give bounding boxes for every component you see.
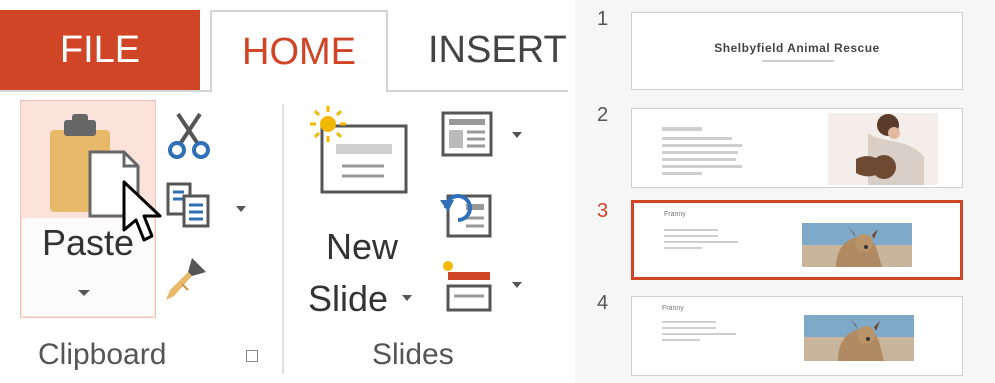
section-dropdown-icon[interactable] — [512, 282, 522, 288]
group-separator — [282, 104, 284, 374]
tab-insert[interactable]: INSERT — [410, 10, 570, 90]
dog-and-person-image — [828, 113, 938, 185]
dog-image — [804, 315, 914, 361]
dialog-launcher-icon[interactable] — [246, 350, 258, 362]
copy-icon[interactable] — [164, 180, 214, 230]
slide-thumbnails-pane: 1 Shelbyfield Animal Rescue 2 3 Franny 4… — [575, 0, 995, 383]
new-slide-label: New — [326, 226, 399, 267]
ribbon-tabs: FILE HOME INSERT — [0, 0, 568, 92]
reset-icon[interactable] — [440, 188, 496, 240]
dog-image — [802, 223, 912, 267]
slide-thumbnail-4[interactable]: Franny — [631, 296, 963, 376]
slide-number-active: 3 — [597, 200, 609, 222]
slide-thumbnail-1[interactable]: Shelbyfield Animal Rescue — [631, 12, 963, 90]
slide-title: Shelbyfield Animal Rescue — [714, 41, 880, 55]
slide-heading: Franny — [662, 305, 684, 312]
cut-icon[interactable] — [164, 110, 214, 160]
new-slide-icon[interactable] — [308, 104, 412, 200]
chevron-down-icon — [78, 290, 90, 296]
copy-dropdown-icon[interactable] — [236, 206, 246, 212]
tab-home[interactable]: HOME — [210, 10, 388, 92]
slide-thumbnail-3[interactable]: Franny — [631, 200, 963, 280]
slide-subtitle-line — [762, 60, 834, 62]
tab-file[interactable]: FILE — [0, 10, 200, 90]
slide-heading: Franny — [664, 211, 686, 218]
layout-dropdown-icon[interactable] — [512, 132, 522, 138]
new-slide-label-2: Slide — [308, 278, 389, 319]
section-icon[interactable] — [440, 258, 496, 314]
ribbon: FILE HOME INSERT Paste Clipboard New Sli… — [0, 0, 568, 383]
paste-label: Paste — [41, 222, 135, 263]
slide-number: 2 — [597, 104, 609, 126]
slide-number: 4 — [597, 292, 609, 314]
format-painter-icon[interactable] — [162, 254, 212, 304]
slides-group-label: Slides — [372, 338, 454, 371]
clipboard-group-label: Clipboard — [38, 338, 167, 371]
slide-thumbnail-2[interactable] — [631, 108, 963, 188]
layout-icon[interactable] — [440, 110, 496, 160]
new-slide-dropdown-icon[interactable] — [402, 295, 412, 301]
slide-number: 1 — [597, 8, 609, 30]
